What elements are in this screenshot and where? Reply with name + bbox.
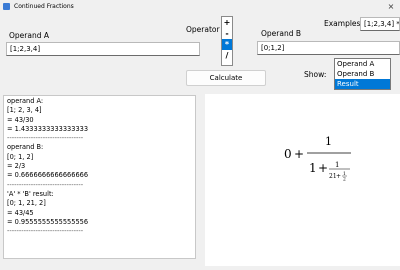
show-listbox[interactable]: Operand A Operand B Result: [334, 58, 391, 90]
operand-a-input[interactable]: [1;2,3,4]: [6, 42, 200, 56]
output-separator: --------------------------------: [7, 134, 84, 143]
output-line: [0; 1, 2]: [7, 152, 34, 161]
show-option-result[interactable]: Result: [335, 79, 390, 89]
show-label: Show:: [304, 70, 327, 79]
examples-label: Examples: [324, 19, 361, 28]
formula-level1-plus: +: [318, 161, 328, 175]
calculate-button[interactable]: Calculate: [186, 70, 266, 86]
output-separator: --------------------------------: [7, 227, 84, 236]
formula-panel: 0 + 1 1 + 1 21 + 1 2: [205, 94, 400, 266]
show-option-operand-a[interactable]: Operand A: [335, 59, 390, 69]
formula-whole-part: 0: [284, 147, 292, 161]
app-icon: [3, 3, 10, 10]
window-title: Continued Fractions: [14, 3, 74, 10]
output-line: 'A' * 'B' result:: [7, 189, 54, 198]
formula-level1-numerator: 1: [335, 161, 339, 169]
output-line: = 43/30: [7, 115, 34, 124]
output-textbox[interactable]: operand A: [1; 2, 3, 4] = 43/30 = 1.4333…: [3, 95, 196, 259]
operand-b-label: Operand B: [261, 29, 302, 38]
examples-dropdown[interactable]: [1;2,3,4] * [0;1,2]: [360, 17, 400, 31]
output-line: = 2/3: [7, 162, 26, 171]
continued-fraction-formula: 0 + 1 1 + 1 21 + 1 2: [284, 135, 351, 183]
operator-option-plus[interactable]: +: [222, 17, 232, 28]
operator-option-minus[interactable]: -: [222, 28, 232, 39]
show-option-operand-b[interactable]: Operand B: [335, 69, 390, 79]
output-line: operand B:: [7, 143, 44, 152]
formula-level3-den: 2: [343, 177, 346, 183]
output-line: operand A:: [7, 97, 44, 105]
formula-level2-plus: +: [336, 173, 341, 180]
output-line: = 0.6666666666666666: [7, 171, 89, 180]
output-line: = 1.4333333333333333: [7, 124, 89, 133]
output-line: [1; 2, 3, 4]: [7, 106, 42, 115]
operand-b-input[interactable]: [0;1,2]: [257, 41, 400, 55]
operand-a-label: Operand A: [9, 31, 49, 40]
output-line: = 43/45: [7, 208, 34, 217]
formula-numerator: 1: [325, 135, 332, 148]
formula-level1-whole: 1: [309, 161, 317, 175]
close-icon[interactable]: ×: [384, 1, 398, 12]
output-separator: --------------------------------: [7, 180, 84, 189]
operator-listbox[interactable]: + - * /: [221, 16, 233, 66]
operator-option-divide[interactable]: /: [222, 50, 232, 61]
operator-option-multiply[interactable]: *: [222, 39, 232, 50]
operator-label: Operator: [186, 25, 220, 34]
formula-plus: +: [294, 147, 304, 161]
output-line: [0; 1, 21, 2]: [7, 199, 46, 208]
output-line: = 0.9555555555555556: [7, 217, 89, 226]
